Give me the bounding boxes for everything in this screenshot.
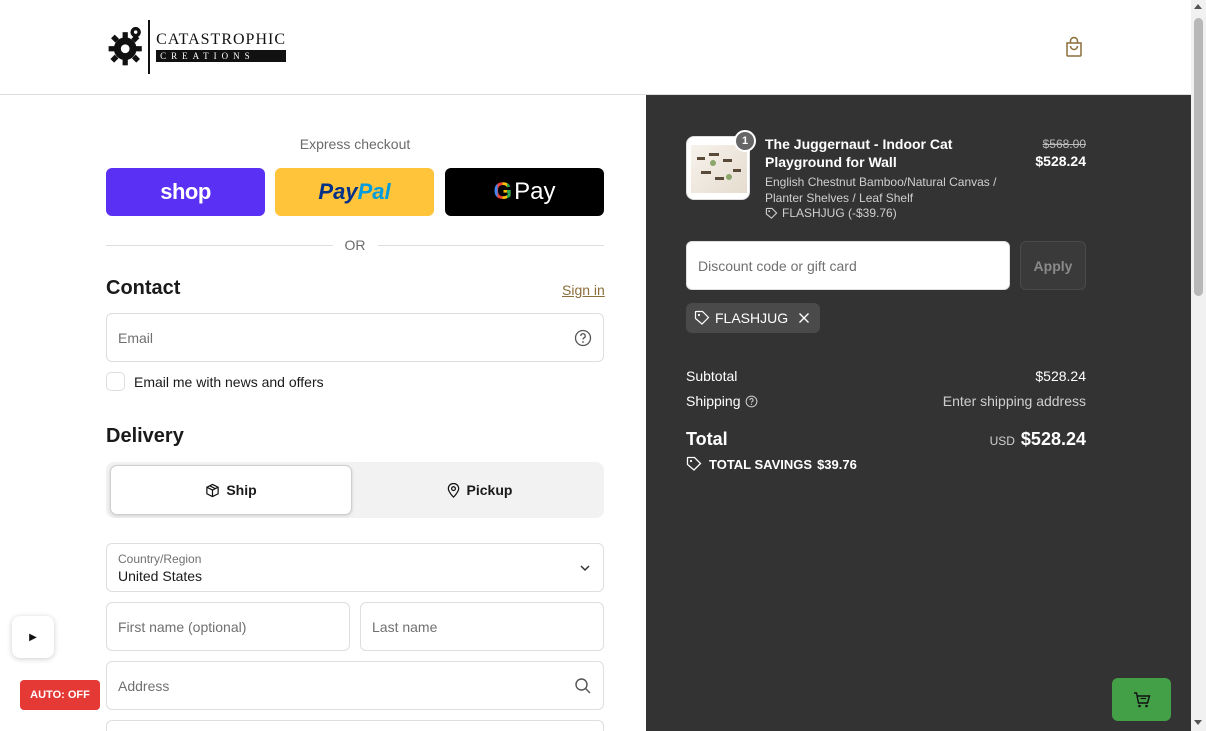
newsletter-checkbox[interactable] <box>106 372 125 391</box>
discounted-price: $528.24 <box>1035 153 1086 169</box>
subtotal-value: $528.24 <box>1035 368 1086 384</box>
contact-heading: Contact <box>106 277 181 299</box>
close-icon[interactable] <box>796 310 812 326</box>
site-header: CATASTROPHIC CREATIONS <box>0 0 1191 95</box>
address-placeholder: Address <box>118 677 170 694</box>
location-pin-icon <box>447 482 459 498</box>
tag-icon <box>694 310 710 325</box>
applied-code-chip: FLASHJUG <box>686 303 821 333</box>
product-variant: English Chestnut Bamboo/Natural Canvas /… <box>765 175 997 205</box>
country-select[interactable]: Country/Region United States <box>106 543 604 592</box>
item-discount: FLASHJUG (-$39.76) <box>765 206 897 220</box>
order-summary: 1 The Juggernaut - Indoor Cat Playground… <box>646 95 1191 731</box>
last-name-field[interactable]: Last name <box>360 602 604 651</box>
page-scrollbar[interactable] <box>1191 0 1206 731</box>
express-checkout-label: Express checkout <box>299 136 411 152</box>
shop-pay-button[interactable]: shop <box>106 168 265 216</box>
subtotal-label: Subtotal <box>686 368 738 384</box>
brand-name-top: CATASTROPHIC <box>156 31 286 48</box>
currency-code: USD <box>989 434 1015 448</box>
or-label: OR <box>344 237 366 253</box>
email-placeholder: Email <box>118 329 154 346</box>
paypal-button[interactable]: Pay Pal <box>275 168 434 216</box>
last-name-placeholder: Last name <box>372 618 438 635</box>
product-title: The Juggernaut - Indoor Cat Playground f… <box>765 136 953 170</box>
scrollbar-thumb[interactable] <box>1194 18 1203 296</box>
newsletter-label: Email me with news and offers <box>134 373 324 390</box>
delivery-heading: Delivery <box>106 425 184 447</box>
help-circle-icon[interactable] <box>574 329 592 347</box>
savings-value: $39.76 <box>817 456 857 472</box>
shopping-cart-icon <box>1133 691 1150 707</box>
scroll-up-arrow-icon[interactable] <box>1194 4 1202 9</box>
play-button[interactable]: ▶ <box>12 616 54 658</box>
logo-text: CATASTROPHIC CREATIONS <box>156 32 286 62</box>
sign-in-link[interactable]: Sign in <box>562 282 605 298</box>
scroll-down-arrow-icon[interactable] <box>1194 720 1202 725</box>
gear-logo-icon <box>108 26 142 66</box>
auto-toggle-button[interactable]: AUTO: OFF <box>20 680 100 710</box>
newsletter-option[interactable]: Email me with news and offers <box>106 372 324 391</box>
subtotal-row: Subtotal $528.24 <box>686 368 1086 384</box>
total-value: $528.24 <box>1020 429 1086 449</box>
apply-discount-button[interactable]: Apply <box>1020 241 1086 290</box>
original-price: $568.00 <box>1042 137 1086 151</box>
shipping-label: Shipping <box>686 393 741 409</box>
package-icon <box>206 483 220 497</box>
ship-label: Ship <box>226 482 257 498</box>
country-label: Country/Region <box>118 552 202 566</box>
total-label: Total <box>686 429 728 449</box>
google-g-icon: G <box>493 178 513 205</box>
store-logo[interactable]: CATASTROPHIC CREATIONS <box>106 19 286 75</box>
tag-icon <box>686 456 702 471</box>
paypal-label-pal: Pal <box>357 179 391 204</box>
search-icon[interactable] <box>574 677 592 695</box>
ship-option[interactable]: Ship <box>110 465 352 515</box>
chevron-down-icon <box>580 564 590 571</box>
help-circle-icon[interactable] <box>745 395 758 408</box>
or-divider: OR <box>106 237 604 253</box>
shipping-row: Shipping Enter shipping address <box>686 393 1086 409</box>
tag-icon <box>765 207 778 219</box>
shipping-label-wrap: Shipping <box>686 393 758 409</box>
delivery-method-toggle: Ship Pickup <box>106 462 604 518</box>
total-amount: USD $528.24 <box>990 429 1086 450</box>
divider-line <box>106 244 333 246</box>
floating-cart-button[interactable] <box>1112 678 1171 721</box>
email-field[interactable]: Email <box>106 313 604 362</box>
first-name-placeholder: First name (optional) <box>118 618 247 635</box>
address-field[interactable]: Address <box>106 661 604 710</box>
discount-placeholder: Discount code or gift card <box>698 257 857 274</box>
country-value: United States <box>118 568 203 584</box>
divider-line <box>377 244 604 246</box>
paypal-label-pay: Pay <box>318 179 358 204</box>
shipping-value: Enter shipping address <box>942 393 1086 409</box>
quantity-badge: 1 <box>734 130 756 152</box>
total-savings: TOTAL SAVINGS $39.76 <box>686 456 857 472</box>
savings-label: TOTAL SAVINGS <box>709 456 813 472</box>
checkout-form: Express checkout shop Pay Pal G Pay OR Co… <box>0 95 646 731</box>
pickup-option[interactable]: Pickup <box>358 465 600 515</box>
next-field[interactable] <box>106 720 604 731</box>
applied-code-label: FLASHJUG <box>715 310 789 326</box>
cat-playground-image-icon <box>697 153 741 180</box>
shopping-bag-icon[interactable] <box>1063 36 1085 58</box>
google-pay-button[interactable]: G Pay <box>445 168 604 216</box>
item-discount-text: FLASHJUG (-$39.76) <box>782 206 897 220</box>
discount-code-input[interactable]: Discount code or gift card <box>686 241 1010 290</box>
logo-divider <box>148 20 151 74</box>
shop-pay-label: shop <box>160 179 211 204</box>
pickup-label: Pickup <box>466 482 513 498</box>
play-icon: ▶ <box>29 631 37 643</box>
first-name-field[interactable]: First name (optional) <box>106 602 350 651</box>
google-pay-label: Pay <box>514 178 556 205</box>
brand-name-bottom: CREATIONS <box>156 50 286 62</box>
